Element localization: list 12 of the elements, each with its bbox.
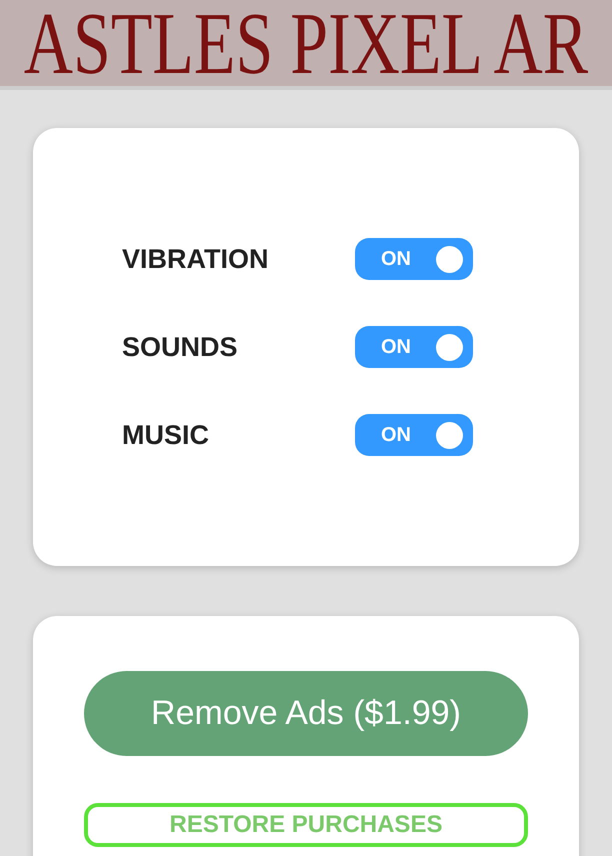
setting-label: SOUNDS	[122, 332, 238, 362]
toggle-knob	[436, 246, 463, 272]
toggle-knob	[436, 334, 463, 360]
toggle-switch[interactable]: ON	[355, 414, 473, 456]
setting-label: VIBRATION	[122, 244, 268, 274]
app-title: ASTLES PIXEL AR	[24, 0, 588, 86]
toggle-switch[interactable]: ON	[355, 238, 473, 280]
restore-purchases-button[interactable]: RESTORE PURCHASES	[84, 803, 528, 847]
remove-ads-button[interactable]: Remove Ads ($1.99)	[84, 671, 528, 756]
toggle-switch[interactable]: ON	[355, 326, 473, 368]
setting-label: MUSIC	[122, 420, 209, 450]
toggle-knob	[436, 422, 463, 448]
